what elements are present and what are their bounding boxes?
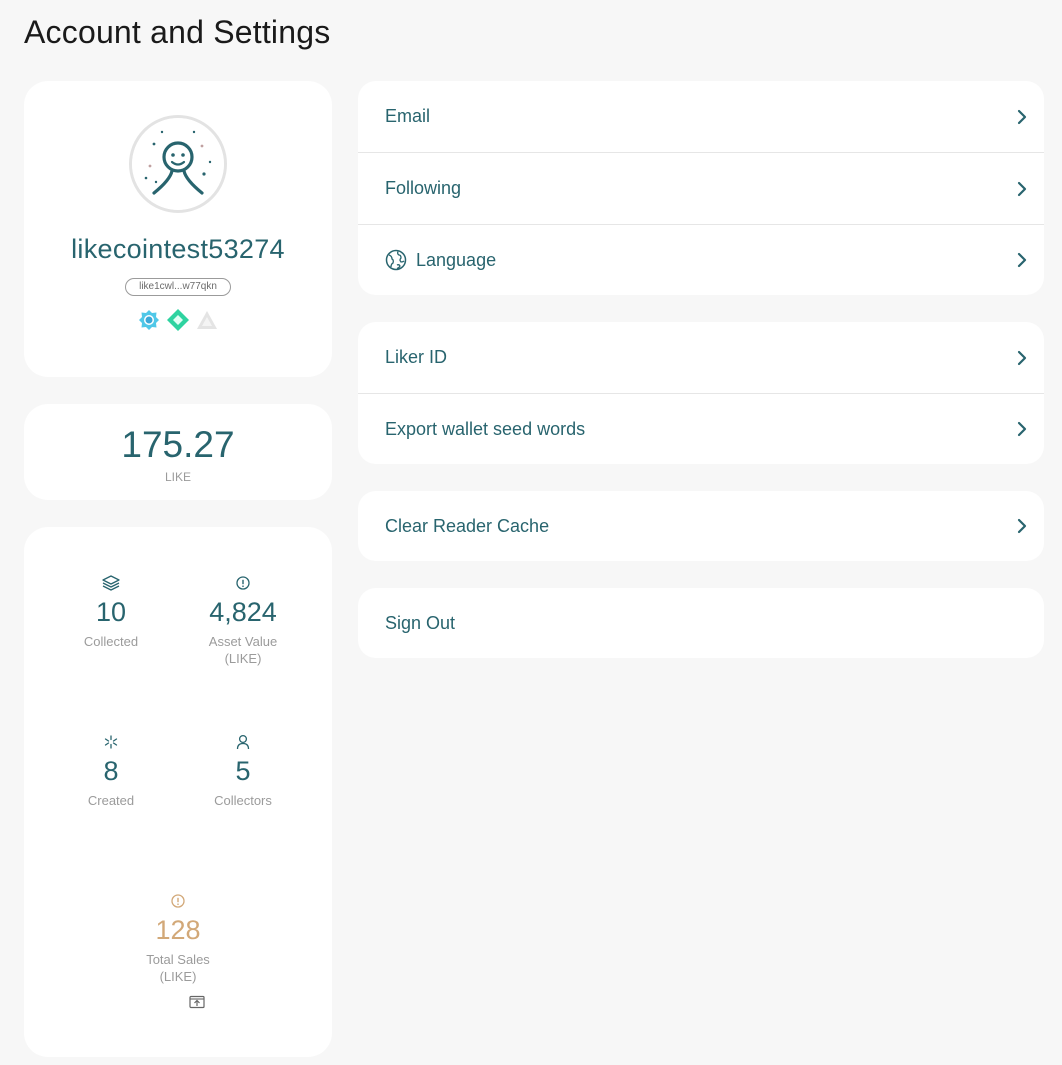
page-title: Account and Settings: [24, 14, 331, 50]
settings-item-export-seed[interactable]: Export wallet seed words: [358, 394, 1044, 464]
settings-item-label: Following: [385, 178, 462, 198]
settings-item-label: Export wallet seed words: [385, 418, 586, 439]
stat-total-sales[interactable]: 128 Total Sales (LIKE): [108, 892, 248, 985]
avatar-person-icon: [132, 118, 224, 210]
info-icon: [236, 576, 250, 590]
stat-total-sales-label: Total Sales (LIKE): [146, 952, 210, 984]
stat-collected-label: Collected: [83, 634, 139, 649]
collector-badge-icon[interactable]: [196, 309, 218, 331]
chevron-right-icon: [1017, 109, 1027, 124]
settings-item-language[interactable]: Language: [358, 225, 1044, 295]
stat-asset-value-value: 4,824: [209, 597, 277, 627]
settings-column: Email Following Language Liker ID Export…: [358, 81, 1044, 685]
balance-card: 175.27 LIKE: [24, 404, 332, 500]
settings-item-following[interactable]: Following: [358, 153, 1044, 225]
settings-group-cache: Clear Reader Cache: [358, 491, 1044, 561]
stat-created[interactable]: 8 Created: [41, 733, 181, 809]
stat-collectors-value: 5: [235, 756, 251, 786]
settings-item-label: Language: [416, 249, 497, 270]
chevron-right-icon: [1017, 252, 1027, 268]
settings-item-label: Liker ID: [385, 347, 448, 367]
settings-group-wallet: Liker ID Export wallet seed words: [358, 322, 1044, 464]
stat-created-label: Created: [87, 793, 135, 808]
settings-item-liker-id[interactable]: Liker ID: [358, 322, 1044, 394]
settings-item-label: Sign Out: [385, 612, 456, 633]
stat-asset-value[interactable]: 4,824 Asset Value (LIKE): [173, 574, 313, 667]
settings-item-email[interactable]: Email: [358, 81, 1044, 153]
sign-out-button[interactable]: Sign Out: [358, 588, 1044, 658]
stat-collected-value: 10: [95, 597, 127, 627]
settings-item-label: Email: [385, 106, 431, 126]
stat-total-sales-value: 128: [155, 915, 201, 945]
creator-badge-icon[interactable]: [167, 309, 189, 331]
settings-item-label: Clear Reader Cache: [385, 515, 550, 536]
left-column: likecointest53274 like1cwl...w77qkn 175.…: [24, 81, 332, 1057]
layers-icon: [102, 575, 120, 591]
stat-collected[interactable]: 10 Collected: [41, 574, 181, 650]
settings-item-clear-cache[interactable]: Clear Reader Cache: [358, 491, 1044, 561]
avatar[interactable]: [129, 115, 227, 213]
export-icon[interactable]: [189, 995, 205, 1009]
civic-badge-icon[interactable]: [138, 309, 160, 331]
chevron-right-icon: [1017, 518, 1027, 534]
stat-asset-value-label: Asset Value (LIKE): [208, 634, 278, 666]
profile-card: likecointest53274 like1cwl...w77qkn: [24, 81, 332, 377]
stats-card: 10 Collected 4,824 Asset Value (LIKE) 8 …: [24, 527, 332, 1057]
username: likecointest53274: [71, 234, 285, 264]
chevron-right-icon: [1017, 181, 1027, 196]
settings-group-account: Email Following Language: [358, 81, 1044, 295]
stat-collectors[interactable]: 5 Collectors: [173, 733, 313, 809]
settings-group-signout: Sign Out: [358, 588, 1044, 658]
info-icon: [171, 894, 185, 908]
person-icon: [236, 734, 250, 750]
stat-created-value: 8: [103, 756, 119, 786]
chevron-right-icon: [1017, 421, 1027, 437]
globe-icon: [385, 249, 407, 271]
wallet-address-pill[interactable]: like1cwl...w77qkn: [125, 278, 231, 296]
balance-value: 175.27: [121, 424, 235, 465]
balance-unit: LIKE: [164, 470, 191, 484]
sparkle-icon: [104, 735, 118, 749]
stat-collectors-label: Collectors: [214, 793, 272, 808]
chevron-right-icon: [1017, 350, 1027, 365]
badge-row: [24, 309, 332, 331]
